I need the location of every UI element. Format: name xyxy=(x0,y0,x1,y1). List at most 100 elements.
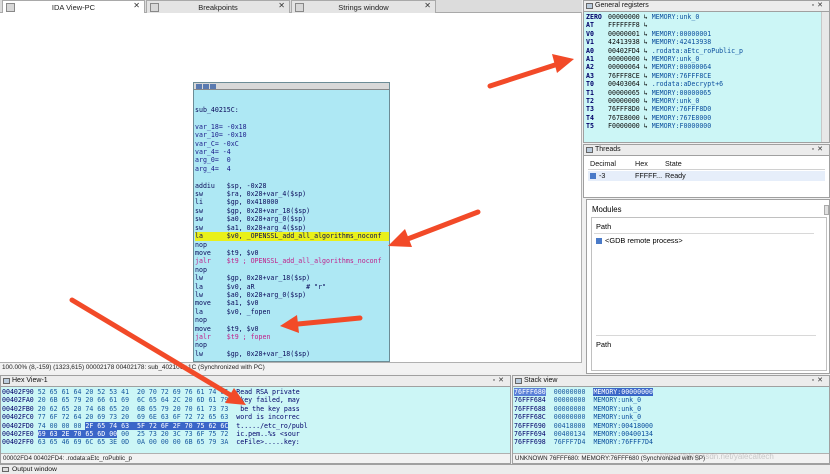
register-row[interactable]: A1 00000000 ↳ MEMORY:unk_0 xyxy=(586,55,819,63)
code-line[interactable]: nop xyxy=(195,341,389,349)
hex-row[interactable]: 00402FB0 20 62 65 20 74 68 65 20 6B 65 7… xyxy=(2,405,308,413)
stack-value[interactable]: 00000000 xyxy=(554,405,586,413)
code-line[interactable]: sub_40215C: xyxy=(195,106,389,114)
node-group-icon[interactable] xyxy=(210,84,216,89)
hex-ascii[interactable]: t...../etc_ro/publ xyxy=(236,422,307,430)
register-row[interactable]: V1 42413938 ↳ MEMORY:42413938 xyxy=(586,38,819,46)
register-row[interactable]: AT FFFFFFF8 ↳ xyxy=(586,21,819,29)
close-icon[interactable]: ✕ xyxy=(133,1,140,10)
stack-row[interactable]: 76FFF690 00418000 MEMORY:00418000 xyxy=(514,422,653,430)
register-value[interactable]: 00402FD4 xyxy=(608,47,640,55)
code-line[interactable]: var_4= -4 xyxy=(195,148,389,156)
stack-row[interactable]: 76FFF68C 00000000 MEMORY:unk_0 xyxy=(514,413,653,421)
registers-scrollbar[interactable] xyxy=(821,12,829,142)
panel-controls[interactable]: ▫✕ xyxy=(812,1,826,11)
code-line[interactable]: move $t9, $v0 xyxy=(195,249,389,257)
code-line[interactable]: var_C= -0xC xyxy=(195,140,389,148)
code-line[interactable]: arg_0= 0 xyxy=(195,156,389,164)
stack-value[interactable]: 00000000 xyxy=(554,413,586,421)
code-line[interactable]: move $t9, $v0 xyxy=(195,325,389,333)
hex-bytes-selected[interactable]: 69 63 2E 70 65 6D 00 xyxy=(37,430,118,439)
close-icon[interactable]: ✕ xyxy=(278,1,285,10)
modules-scrollbar[interactable] xyxy=(824,205,829,215)
code-line[interactable]: move $a1, $v0 xyxy=(195,299,389,307)
hex-bytes[interactable]: 52 65 61 64 20 52 53 41 20 70 72 69 76 6… xyxy=(38,388,229,396)
register-row[interactable]: A0 00402FD4 ↳ .rodata:aEtc_roPublic_p xyxy=(586,47,819,55)
code-line[interactable]: nop xyxy=(195,316,389,324)
stack-list[interactable]: 76FFF680 00000000 MEMORY:00000000 76FFF68… xyxy=(514,388,653,447)
tab-strings-window[interactable]: Strings window ✕ xyxy=(291,0,436,13)
hex-ascii[interactable]: ceFile>.....key: xyxy=(236,438,300,446)
code-line[interactable]: jalr $t9 ; OPENSSL_add_all_algorithms_no… xyxy=(195,257,389,265)
code-line[interactable]: sw $a0, 0x28+arg_0($sp) xyxy=(195,215,389,223)
hex-row[interactable]: 00402FC0 77 6F 72 64 20 69 73 20 69 6E 6… xyxy=(2,413,308,421)
col-decimal[interactable]: Decimal xyxy=(590,158,616,170)
hex-bytes[interactable]: 74 00 00 00 xyxy=(38,422,86,430)
code-line[interactable]: var_10= -0x10 xyxy=(195,131,389,139)
code-line[interactable]: var_18= -0x18 xyxy=(195,123,389,131)
modules-col-path[interactable]: Path xyxy=(596,222,611,231)
code-line[interactable]: la $v0, aR # "r" xyxy=(195,283,389,291)
register-row[interactable]: T1 00000065 ↳ MEMORY:00000065 xyxy=(586,89,819,97)
col-hex[interactable]: Hex xyxy=(635,158,648,170)
register-value[interactable]: 767E8000 xyxy=(608,114,640,122)
stack-value[interactable]: 00418000 xyxy=(554,422,586,430)
register-row[interactable]: A3 76FFF8CE ↳ MEMORY:76FFF8CE xyxy=(586,72,819,80)
hex-row[interactable]: 00402FF0 63 65 46 69 6C 65 3E 0D 0A 00 0… xyxy=(2,438,308,446)
code-line[interactable]: sw $ra, 0x28+var_4($sp) xyxy=(195,190,389,198)
register-value[interactable]: 00000001 xyxy=(608,30,640,38)
code-line[interactable]: la $v0, _OPENSSL_add_all_algorithms_noco… xyxy=(195,232,389,241)
register-row[interactable]: T2 00000000 ↳ MEMORY:unk_0 xyxy=(586,97,819,105)
panel-controls[interactable]: ▫✕ xyxy=(812,145,826,155)
register-value[interactable]: 42413938 xyxy=(608,38,640,46)
hex-bytes-selected[interactable]: 2F 65 74 63 5F 72 6F 2F 70 75 62 6C xyxy=(85,421,229,430)
modules-col-path-lower[interactable]: Path xyxy=(596,340,611,349)
graph-node[interactable]: sub_40215C: var_18= -0x18 var_10= -0x10 va… xyxy=(193,82,390,362)
hex-bytes[interactable]: 63 65 46 69 6C 65 3E 0D 0A 00 00 00 6B 6… xyxy=(38,438,229,446)
code-line[interactable] xyxy=(195,173,389,181)
hex-row[interactable]: 00402FE0 69 63 2E 70 65 6D 00 00 25 73 2… xyxy=(2,430,308,439)
code-line[interactable] xyxy=(195,114,389,122)
stack-row[interactable]: 76FFF688 00000000 MEMORY:unk_0 xyxy=(514,405,653,413)
register-row[interactable]: T3 76FFF8D0 ↳ MEMORY:76FFF8D0 xyxy=(586,105,819,113)
hex-dump[interactable]: 00402F90 52 65 61 64 20 52 53 41 20 70 7… xyxy=(2,388,308,447)
stack-value[interactable]: 00000000 xyxy=(554,388,586,396)
register-value[interactable]: 00000065 xyxy=(608,89,640,97)
module-item[interactable]: <GDB remote process> xyxy=(596,236,683,245)
register-row[interactable]: A2 00000064 ↳ MEMORY:00000064 xyxy=(586,63,819,71)
panel-controls[interactable]: ▫✕ xyxy=(812,376,826,386)
register-row[interactable]: T4 767E8000 ↳ MEMORY:767E8000 xyxy=(586,114,819,122)
code-line[interactable]: lw $gp, 0x28+var_18($sp) xyxy=(195,350,389,358)
registers-list[interactable]: ZERO 00000000 ↳ MEMORY:unk_0 AT FFFFFFF8 ↳ … xyxy=(584,12,821,142)
code-line[interactable]: li $gp, 0x418000 xyxy=(195,198,389,206)
code-line[interactable]: nop xyxy=(195,266,389,274)
hex-row[interactable]: 00402FA0 20 6B 65 79 20 66 61 69 6C 65 6… xyxy=(2,396,308,404)
register-value[interactable]: 76FFF8D0 xyxy=(608,105,640,113)
modules-list[interactable]: Path <GDB remote process> Path xyxy=(591,217,827,371)
output-window-bar[interactable]: Output window xyxy=(0,464,830,474)
hex-bytes[interactable]: 00 25 73 20 3C 73 6F 75 72 xyxy=(117,430,228,438)
register-value[interactable]: F0000000 xyxy=(608,122,640,130)
hex-row[interactable]: 00402F90 52 65 61 64 20 52 53 41 20 70 7… xyxy=(2,388,308,396)
register-row[interactable]: ZERO 00000000 ↳ MEMORY:unk_0 xyxy=(586,13,819,21)
node-collapse-icon[interactable] xyxy=(203,84,209,89)
register-value[interactable]: 76FFF8CE xyxy=(608,72,640,80)
stack-row[interactable]: 76FFF698 76FFF7D4 MEMORY:76FFF7D4 xyxy=(514,438,653,446)
code-line[interactable]: arg_4= 4 xyxy=(195,165,389,173)
stack-row[interactable]: 76FFF680 00000000 MEMORY:00000000 xyxy=(514,388,653,396)
col-state[interactable]: State xyxy=(665,158,682,170)
code-line[interactable]: nop xyxy=(195,241,389,249)
hex-bytes[interactable]: 77 6F 72 64 20 69 73 20 69 6E 63 6F 72 7… xyxy=(38,413,229,421)
hex-row[interactable]: 00402FD0 74 00 00 00 2F 65 74 63 5F 72 6… xyxy=(2,421,308,430)
stack-value[interactable]: 00000000 xyxy=(554,396,586,404)
hex-ascii[interactable]: key failed, may xyxy=(236,396,300,404)
hex-bytes[interactable]: 20 6B 65 79 20 66 61 69 6C 65 64 2C 20 6… xyxy=(38,396,229,404)
panel-controls[interactable]: ▫✕ xyxy=(493,376,507,386)
stack-row[interactable]: 76FFF694 00400134 MEMORY:00400134 xyxy=(514,430,653,438)
stack-value[interactable]: 00400134 xyxy=(554,430,586,438)
hex-ascii[interactable]: Read RSA private xyxy=(236,388,300,396)
code-line[interactable]: addiu $sp, -0x28 xyxy=(195,182,389,190)
ida-graph-view[interactable]: sub_40215C: var_18= -0x18 var_10= -0x10 va… xyxy=(0,13,582,362)
stack-value[interactable]: 76FFF7D4 xyxy=(554,438,586,446)
code-line[interactable]: lw $a0, 0x28+arg_0($sp) xyxy=(195,291,389,299)
